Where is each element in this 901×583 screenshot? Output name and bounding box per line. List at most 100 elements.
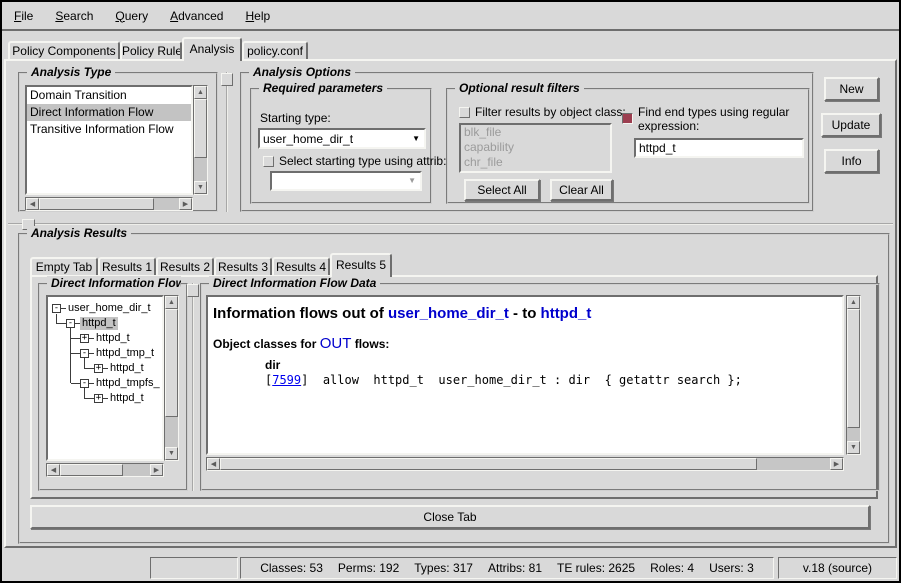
tree-collapse-icon[interactable]: - — [80, 349, 89, 358]
scroll-down-icon: ▼ — [197, 184, 204, 191]
object-class-name: dir — [265, 358, 842, 372]
attrib-checkbox[interactable] — [263, 156, 274, 167]
scroll-up-button[interactable]: ▲ — [194, 86, 207, 99]
scroll-right-button[interactable]: ▶ — [150, 464, 163, 476]
scroll-thumb[interactable] — [847, 309, 860, 428]
scroll-thumb[interactable] — [60, 464, 123, 476]
starting-type-combobox[interactable]: user_home_dir_t ▼ — [258, 128, 426, 149]
menu-file[interactable]: File — [10, 7, 37, 25]
tree-collapse-icon[interactable]: - — [80, 379, 89, 388]
scroll-left-button[interactable]: ◀ — [26, 198, 39, 210]
clear-all-button[interactable]: Clear All — [550, 179, 613, 201]
tab-policy-rules[interactable]: Policy Rules — [120, 41, 182, 59]
tab-policy-components[interactable]: Policy Components — [8, 41, 120, 59]
tree-expand-icon[interactable]: + — [80, 334, 89, 343]
info-button[interactable]: Info — [824, 149, 879, 173]
tree-node-httpd-t[interactable]: httpd_t — [108, 392, 146, 405]
heading-mid: - to — [509, 305, 541, 322]
tab-analysis[interactable]: Analysis — [182, 37, 242, 61]
flow-data-hscrollbar[interactable]: ◀ ▶ — [206, 457, 844, 471]
panel-sash-handle[interactable] — [221, 73, 233, 86]
analysis-type-hscrollbar[interactable]: ◀ ▶ — [25, 197, 193, 211]
menu-help[interactable]: Help — [241, 7, 274, 25]
scroll-right-button[interactable]: ▶ — [179, 198, 192, 210]
scroll-up-button[interactable]: ▲ — [165, 296, 178, 309]
scroll-left-icon: ◀ — [30, 201, 35, 208]
tree-collapse-icon[interactable]: - — [52, 304, 61, 313]
scroll-thumb[interactable] — [194, 99, 207, 158]
scroll-track[interactable] — [39, 198, 179, 210]
tree-expand-icon[interactable]: + — [94, 394, 103, 403]
scroll-right-button[interactable]: ▶ — [830, 458, 843, 470]
analysis-type-item-direct-information-flow[interactable]: Direct Information Flow — [27, 104, 191, 121]
analysis-type-item-transitive-information-flow[interactable]: Transitive Information Flow — [27, 121, 191, 138]
flow-tree-vscrollbar[interactable]: ▲ ▼ — [164, 295, 179, 461]
scroll-left-button[interactable]: ◀ — [207, 458, 220, 470]
scroll-track[interactable] — [847, 309, 860, 441]
tree-collapse-icon[interactable]: - — [66, 319, 75, 328]
dropdown-arrow-icon[interactable]: ▼ — [408, 135, 424, 143]
new-button[interactable]: New — [824, 77, 879, 101]
scroll-track[interactable] — [194, 99, 207, 181]
menu-query-mnemonic: Q — [115, 9, 124, 23]
flow-data-vscrollbar[interactable]: ▲ ▼ — [846, 295, 861, 455]
tree-data-sash-handle[interactable] — [187, 284, 199, 297]
scroll-down-icon: ▼ — [850, 444, 857, 451]
scroll-track[interactable] — [165, 309, 178, 447]
status-attribs: Attribs: 81 — [488, 561, 542, 575]
menu-search-label: earch — [63, 9, 93, 23]
tab-results-1[interactable]: Results 1 — [98, 257, 156, 275]
tree-node-httpd-t[interactable]: httpd_t — [108, 362, 146, 375]
tree-connector — [84, 358, 85, 369]
analysis-type-vscrollbar[interactable]: ▲ ▼ — [193, 85, 208, 195]
tree-node-httpd-t[interactable]: httpd_t — [94, 332, 132, 345]
tree-node-httpd-t-selected[interactable]: httpd_t — [80, 317, 118, 330]
close-tab-button[interactable]: Close Tab — [30, 505, 870, 529]
status-roles: Roles: 4 — [650, 561, 694, 575]
scroll-track[interactable] — [60, 464, 150, 476]
menu-advanced[interactable]: Advanced — [166, 7, 227, 25]
tree-node-httpd-tmpfs-t[interactable]: httpd_tmpfs_ — [94, 377, 162, 390]
scroll-thumb[interactable] — [165, 309, 178, 417]
update-button[interactable]: Update — [821, 113, 881, 137]
scroll-down-button[interactable]: ▼ — [847, 441, 860, 454]
status-users: Users: 3 — [709, 561, 754, 575]
rule-id-link[interactable]: 7599 — [272, 373, 301, 387]
required-parameters-title: Required parameters — [259, 81, 387, 95]
scroll-left-icon: ◀ — [51, 467, 56, 474]
flow-tree: - user_home_dir_t - httpd_t + httpd_t - … — [46, 295, 164, 461]
tree-connector — [71, 383, 80, 384]
scroll-down-button[interactable]: ▼ — [165, 447, 178, 460]
tree-node-user-home-dir-t[interactable]: user_home_dir_t — [66, 302, 153, 315]
analysis-type-item-domain-transition[interactable]: Domain Transition — [27, 87, 191, 104]
regex-input[interactable] — [634, 138, 804, 158]
flow-tree-hscrollbar[interactable]: ◀ ▶ — [46, 463, 164, 477]
tab-empty-tab[interactable]: Empty Tab — [30, 257, 98, 275]
menu-query[interactable]: Query — [111, 7, 152, 25]
scroll-track[interactable] — [220, 458, 830, 470]
regex-checkbox[interactable] — [622, 113, 633, 124]
tree-node-httpd-tmp-t[interactable]: httpd_tmp_t — [94, 347, 156, 360]
scroll-thumb[interactable] — [39, 198, 154, 210]
object-class-listbox: blk_file capability chr_file — [459, 123, 612, 173]
analysis-options-title: Analysis Options — [249, 65, 355, 79]
flow-data-text[interactable]: Information flows out of user_home_dir_t… — [206, 295, 844, 455]
tree-expand-icon[interactable]: + — [94, 364, 103, 373]
scroll-up-button[interactable]: ▲ — [847, 296, 860, 309]
tab-results-5[interactable]: Results 5 — [330, 253, 392, 277]
tab-results-2[interactable]: Results 2 — [156, 257, 214, 275]
tab-results-4[interactable]: Results 4 — [272, 257, 330, 275]
tree-connector — [85, 398, 94, 399]
scroll-thumb[interactable] — [220, 458, 757, 470]
regex-checkbox-label: Find end types using regular expression: — [638, 105, 804, 133]
scroll-left-icon: ◀ — [211, 461, 216, 468]
select-all-button[interactable]: Select All — [464, 179, 540, 201]
tree-row: + httpd_t — [85, 391, 162, 406]
status-empty-segment — [150, 557, 238, 579]
filter-object-class-checkbox[interactable] — [459, 107, 470, 118]
scroll-down-button[interactable]: ▼ — [194, 181, 207, 194]
scroll-left-button[interactable]: ◀ — [47, 464, 60, 476]
menu-search[interactable]: Search — [51, 7, 97, 25]
tab-results-3[interactable]: Results 3 — [214, 257, 272, 275]
tab-policy-conf[interactable]: policy.conf — [242, 41, 308, 59]
